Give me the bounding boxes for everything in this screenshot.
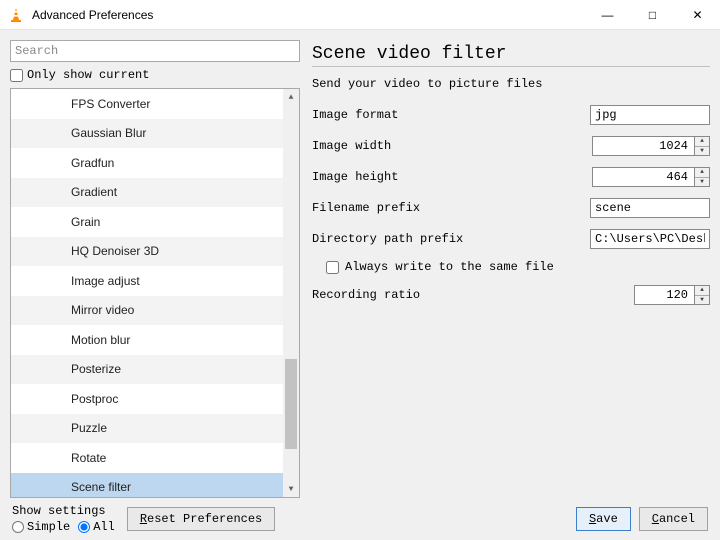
form: Image format Image width ▲▼ Image height… bbox=[312, 105, 710, 305]
image-height-spin-buttons[interactable]: ▲▼ bbox=[694, 167, 710, 187]
filter-list-viewport: FPS ConverterGaussian BlurGradfunGradien… bbox=[11, 89, 299, 497]
radio-all-text: All bbox=[93, 520, 115, 534]
image-width-label: Image width bbox=[312, 139, 592, 153]
radio-all-label[interactable]: All bbox=[78, 520, 115, 534]
scroll-thumb[interactable] bbox=[285, 359, 297, 449]
list-item[interactable]: FPS Converter bbox=[11, 89, 283, 119]
list-item[interactable]: Motion blur bbox=[11, 325, 283, 355]
section-subtitle: Send your video to picture files bbox=[312, 77, 710, 91]
filter-list: FPS ConverterGaussian BlurGradfunGradien… bbox=[10, 88, 300, 498]
list-item[interactable]: Image adjust bbox=[11, 266, 283, 296]
search-input[interactable] bbox=[10, 40, 300, 62]
cancel-button[interactable]: Cancel bbox=[639, 507, 708, 531]
radio-simple-text: Simple bbox=[27, 520, 70, 534]
show-settings-group: Show settings Simple All bbox=[12, 504, 115, 534]
window-controls: — □ ✕ bbox=[585, 0, 720, 30]
recording-ratio-input[interactable] bbox=[634, 285, 694, 305]
reset-rest: eset Preferences bbox=[147, 512, 262, 526]
radio-simple-label[interactable]: Simple bbox=[12, 520, 70, 534]
image-width-spin-buttons[interactable]: ▲▼ bbox=[694, 136, 710, 156]
only-show-current-label: Only show current bbox=[27, 68, 149, 82]
row-directory-prefix: Directory path prefix bbox=[312, 229, 710, 249]
section-title: Scene video filter bbox=[312, 44, 710, 64]
row-image-height: Image height ▲▼ bbox=[312, 167, 710, 187]
radio-simple[interactable] bbox=[12, 521, 24, 533]
preferences-window: Advanced Preferences — □ ✕ Only show cur… bbox=[0, 0, 720, 540]
list-item[interactable]: Gradient bbox=[11, 178, 283, 208]
list-item[interactable]: Scene filter bbox=[11, 473, 283, 498]
window-title: Advanced Preferences bbox=[32, 8, 585, 22]
directory-prefix-label: Directory path prefix bbox=[312, 232, 590, 246]
directory-prefix-input[interactable] bbox=[590, 229, 710, 249]
row-recording-ratio: Recording ratio ▲▼ bbox=[312, 285, 710, 305]
maximize-button[interactable]: □ bbox=[630, 0, 675, 30]
filename-prefix-label: Filename prefix bbox=[312, 201, 590, 215]
image-format-label: Image format bbox=[312, 108, 590, 122]
main-panel: Scene video filter Send your video to pi… bbox=[312, 40, 710, 498]
footer: Show settings Simple All Reset Preferenc… bbox=[0, 498, 720, 540]
recording-ratio-stepper[interactable]: ▲▼ bbox=[634, 285, 710, 305]
minimize-button[interactable]: — bbox=[585, 0, 630, 30]
filename-prefix-input[interactable] bbox=[590, 198, 710, 218]
reset-preferences-button[interactable]: Reset Preferences bbox=[127, 507, 275, 531]
list-item[interactable]: Posterize bbox=[11, 355, 283, 385]
list-item[interactable]: Mirror video bbox=[11, 296, 283, 326]
image-width-stepper[interactable]: ▲▼ bbox=[592, 136, 710, 156]
row-always-write: Always write to the same file bbox=[312, 260, 710, 274]
save-button[interactable]: Save bbox=[576, 507, 631, 531]
always-write-label: Always write to the same file bbox=[345, 260, 554, 274]
row-image-width: Image width ▲▼ bbox=[312, 136, 710, 156]
sidebar: Only show current FPS ConverterGaussian … bbox=[10, 40, 300, 498]
list-item[interactable]: Gaussian Blur bbox=[11, 119, 283, 149]
image-width-input[interactable] bbox=[592, 136, 694, 156]
image-height-stepper[interactable]: ▲▼ bbox=[592, 167, 710, 187]
scrollbar[interactable]: ▲ ▼ bbox=[283, 89, 299, 497]
list-item[interactable]: Rotate bbox=[11, 443, 283, 473]
only-show-current-row: Only show current bbox=[10, 68, 300, 82]
scroll-up-button[interactable]: ▲ bbox=[283, 89, 299, 105]
recording-ratio-label: Recording ratio bbox=[312, 288, 634, 302]
content-area: Only show current FPS ConverterGaussian … bbox=[0, 30, 720, 498]
divider bbox=[312, 66, 710, 67]
always-write-checkbox[interactable] bbox=[326, 261, 339, 274]
image-height-label: Image height bbox=[312, 170, 592, 184]
list-item[interactable]: Postproc bbox=[11, 384, 283, 414]
show-settings-label: Show settings bbox=[12, 504, 115, 518]
only-show-current-checkbox[interactable] bbox=[10, 69, 23, 82]
row-filename-prefix: Filename prefix bbox=[312, 198, 710, 218]
close-button[interactable]: ✕ bbox=[675, 0, 720, 30]
image-height-input[interactable] bbox=[592, 167, 694, 187]
row-image-format: Image format bbox=[312, 105, 710, 125]
list-item[interactable]: Gradfun bbox=[11, 148, 283, 178]
list-item[interactable]: Puzzle bbox=[11, 414, 283, 444]
titlebar: Advanced Preferences — □ ✕ bbox=[0, 0, 720, 30]
cancel-rest: ancel bbox=[659, 512, 695, 526]
radio-all[interactable] bbox=[78, 521, 90, 533]
save-rest: ave bbox=[596, 512, 618, 526]
recording-ratio-spin-buttons[interactable]: ▲▼ bbox=[694, 285, 710, 305]
show-settings-radios: Simple All bbox=[12, 520, 115, 534]
image-format-input[interactable] bbox=[590, 105, 710, 125]
scroll-down-button[interactable]: ▼ bbox=[283, 481, 299, 497]
vlc-cone-icon bbox=[8, 7, 24, 23]
list-item[interactable]: HQ Denoiser 3D bbox=[11, 237, 283, 267]
list-item[interactable]: Grain bbox=[11, 207, 283, 237]
